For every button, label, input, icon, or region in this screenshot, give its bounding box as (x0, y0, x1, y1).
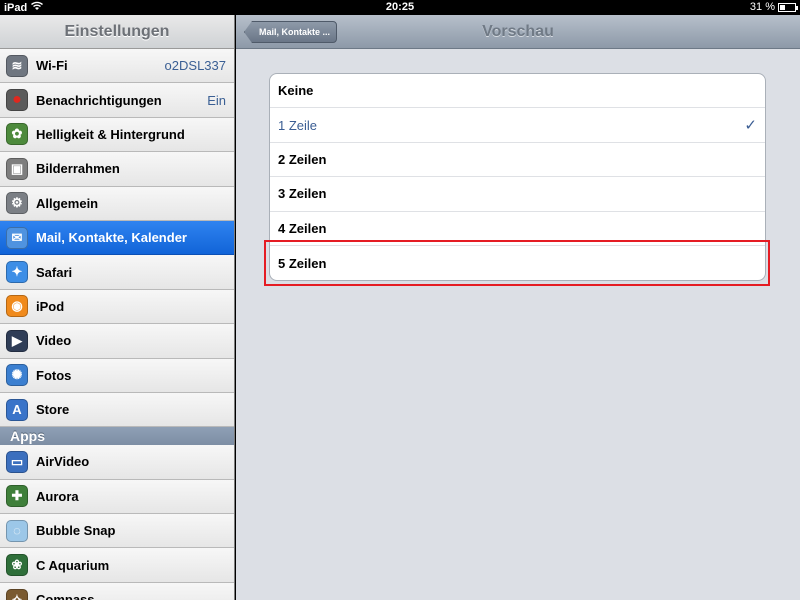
sidebar-item-label: Compass (36, 592, 95, 600)
detail-pane: Mail, Kontakte ... Vorschau Keine 1 Zeile… (236, 15, 800, 600)
app-store-icon: A (6, 398, 28, 421)
airvideo-icon: ▭ (6, 450, 28, 473)
sidebar-item-helligkeit-hintergrund[interactable]: ✿ Helligkeit & Hintergrund (0, 117, 234, 153)
option-row[interactable]: 1 Zeile ✓ (270, 108, 765, 143)
preview-options-list: Keine 1 Zeile ✓ 2 Zeilen 3 Zeilen 4 Zeilen 5 Z… (269, 73, 766, 282)
sidebar-item-bilderrahmen[interactable]: ▣ Bilderrahmen (0, 152, 234, 187)
sidebar-item-label: Mail, Kontakte, Kalender (36, 230, 187, 246)
sidebar-item-label: iPod (36, 298, 65, 314)
battery-percent: 31 % (749, 1, 775, 13)
sidebar-item-value: o2DSL337 (164, 58, 226, 74)
sidebar-item-label: Benachrichtigungen (36, 92, 162, 108)
aurora-icon: ✚ (6, 485, 28, 508)
status-bar: iPad 20:25 31 % (0, 0, 800, 15)
sidebar-item-label: Helligkeit & Hintergrund (36, 126, 185, 142)
option-label: 2 Zeilen (278, 151, 327, 167)
option-row[interactable]: 2 Zeilen (270, 143, 765, 178)
option-row[interactable]: 3 Zeilen (270, 177, 765, 212)
status-time: 20:25 (385, 1, 415, 13)
sidebar-item-benachrichtigungen[interactable]: ● Benachrichtigungen Ein (0, 83, 234, 118)
option-row[interactable]: 4 Zeilen (270, 212, 765, 246)
picture-frame-icon: ▣ (6, 157, 28, 180)
sidebar-item-aurora[interactable]: ✚ Aurora (0, 479, 234, 515)
option-label: 4 Zeilen (278, 220, 327, 236)
sidebar-item-store[interactable]: A Store (0, 392, 234, 428)
sidebar-item-c-aquarium[interactable]: ❀ C Aquarium (0, 548, 234, 583)
sidebar-item-label: Wi-Fi (36, 58, 68, 74)
safari-compass-icon: ✦ (6, 261, 28, 284)
settings-sidebar: Einstellungen ≋ Wi-Fi o2DSL337 ● Benachricht… (0, 15, 235, 600)
gear-icon: ⚙ (6, 192, 28, 215)
option-label: Keine (278, 83, 314, 99)
brightness-icon: ✿ (6, 123, 28, 146)
sidebar-item-label: Safari (36, 264, 73, 280)
sidebar-item-label: Video (36, 333, 72, 349)
sidebar-item-fotos[interactable]: ✺ Fotos (0, 358, 234, 393)
sidebar-item-wi-fi[interactable]: ≋ Wi-Fi o2DSL337 (0, 49, 234, 84)
option-label: 1 Zeile (278, 117, 318, 133)
sidebar-item-airvideo[interactable]: ▭ AirVideo (0, 445, 234, 480)
checkmark-icon: ✓ (744, 117, 757, 135)
sidebar-item-label: Fotos (36, 367, 72, 383)
option-label: 5 Zeilen (278, 255, 327, 271)
sidebar-item-label: Bubble Snap (36, 523, 116, 539)
sidebar-item-allgemein[interactable]: ⚙ Allgemein (0, 186, 234, 221)
page-title: Vorschau (482, 23, 554, 40)
option-row[interactable]: Keine (270, 74, 765, 109)
option-row[interactable]: 5 Zeilen (270, 246, 765, 280)
sidebar-item-ipod[interactable]: ◉ iPod (0, 289, 234, 325)
compass-icon: ✧ (6, 588, 28, 600)
sidebar-item-label: Store (36, 402, 70, 418)
sidebar-item-value: Ein (207, 92, 226, 108)
sidebar-item-label: Bilderrahmen (36, 161, 120, 177)
bubble-snap-icon: ◌ (6, 519, 28, 542)
sunflower-icon: ✺ (6, 364, 28, 387)
sidebar-title: Einstellungen (0, 15, 234, 49)
sidebar-item-bubble-snap[interactable]: ◌ Bubble Snap (0, 514, 234, 549)
sidebar-list: ≋ Wi-Fi o2DSL337 ● Benachrichtigungen Ein ✿ Hel… (0, 49, 234, 600)
sidebar-item-label: AirVideo (36, 454, 90, 470)
battery-icon (778, 3, 798, 12)
mail-icon: ✉ (6, 226, 28, 249)
aquarium-icon: ❀ (6, 554, 28, 577)
sidebar-item-label: C Aquarium (36, 557, 110, 573)
wifi-icon: ≋ (6, 54, 28, 77)
sidebar-item-safari[interactable]: ✦ Safari (0, 255, 234, 290)
sidebar-item-label: Allgemein (36, 195, 99, 211)
ipod-icon: ◉ (6, 295, 28, 318)
sidebar-item-video[interactable]: ▶ Video (0, 324, 234, 359)
sidebar-item-mail-kontakte-kalender[interactable]: ✉ Mail, Kontakte, Kalender (0, 220, 234, 256)
apps-section-header: Apps (0, 427, 234, 446)
clapperboard-icon: ▶ (6, 329, 28, 352)
sidebar-item-compass[interactable]: ✧ Compass (0, 582, 234, 600)
status-right: 31 % (749, 1, 798, 13)
notifications-icon: ● (6, 89, 28, 112)
option-label: 3 Zeilen (278, 186, 327, 202)
sidebar-item-label: Aurora (36, 488, 79, 504)
navigation-bar: Mail, Kontakte ... Vorschau (236, 15, 800, 49)
